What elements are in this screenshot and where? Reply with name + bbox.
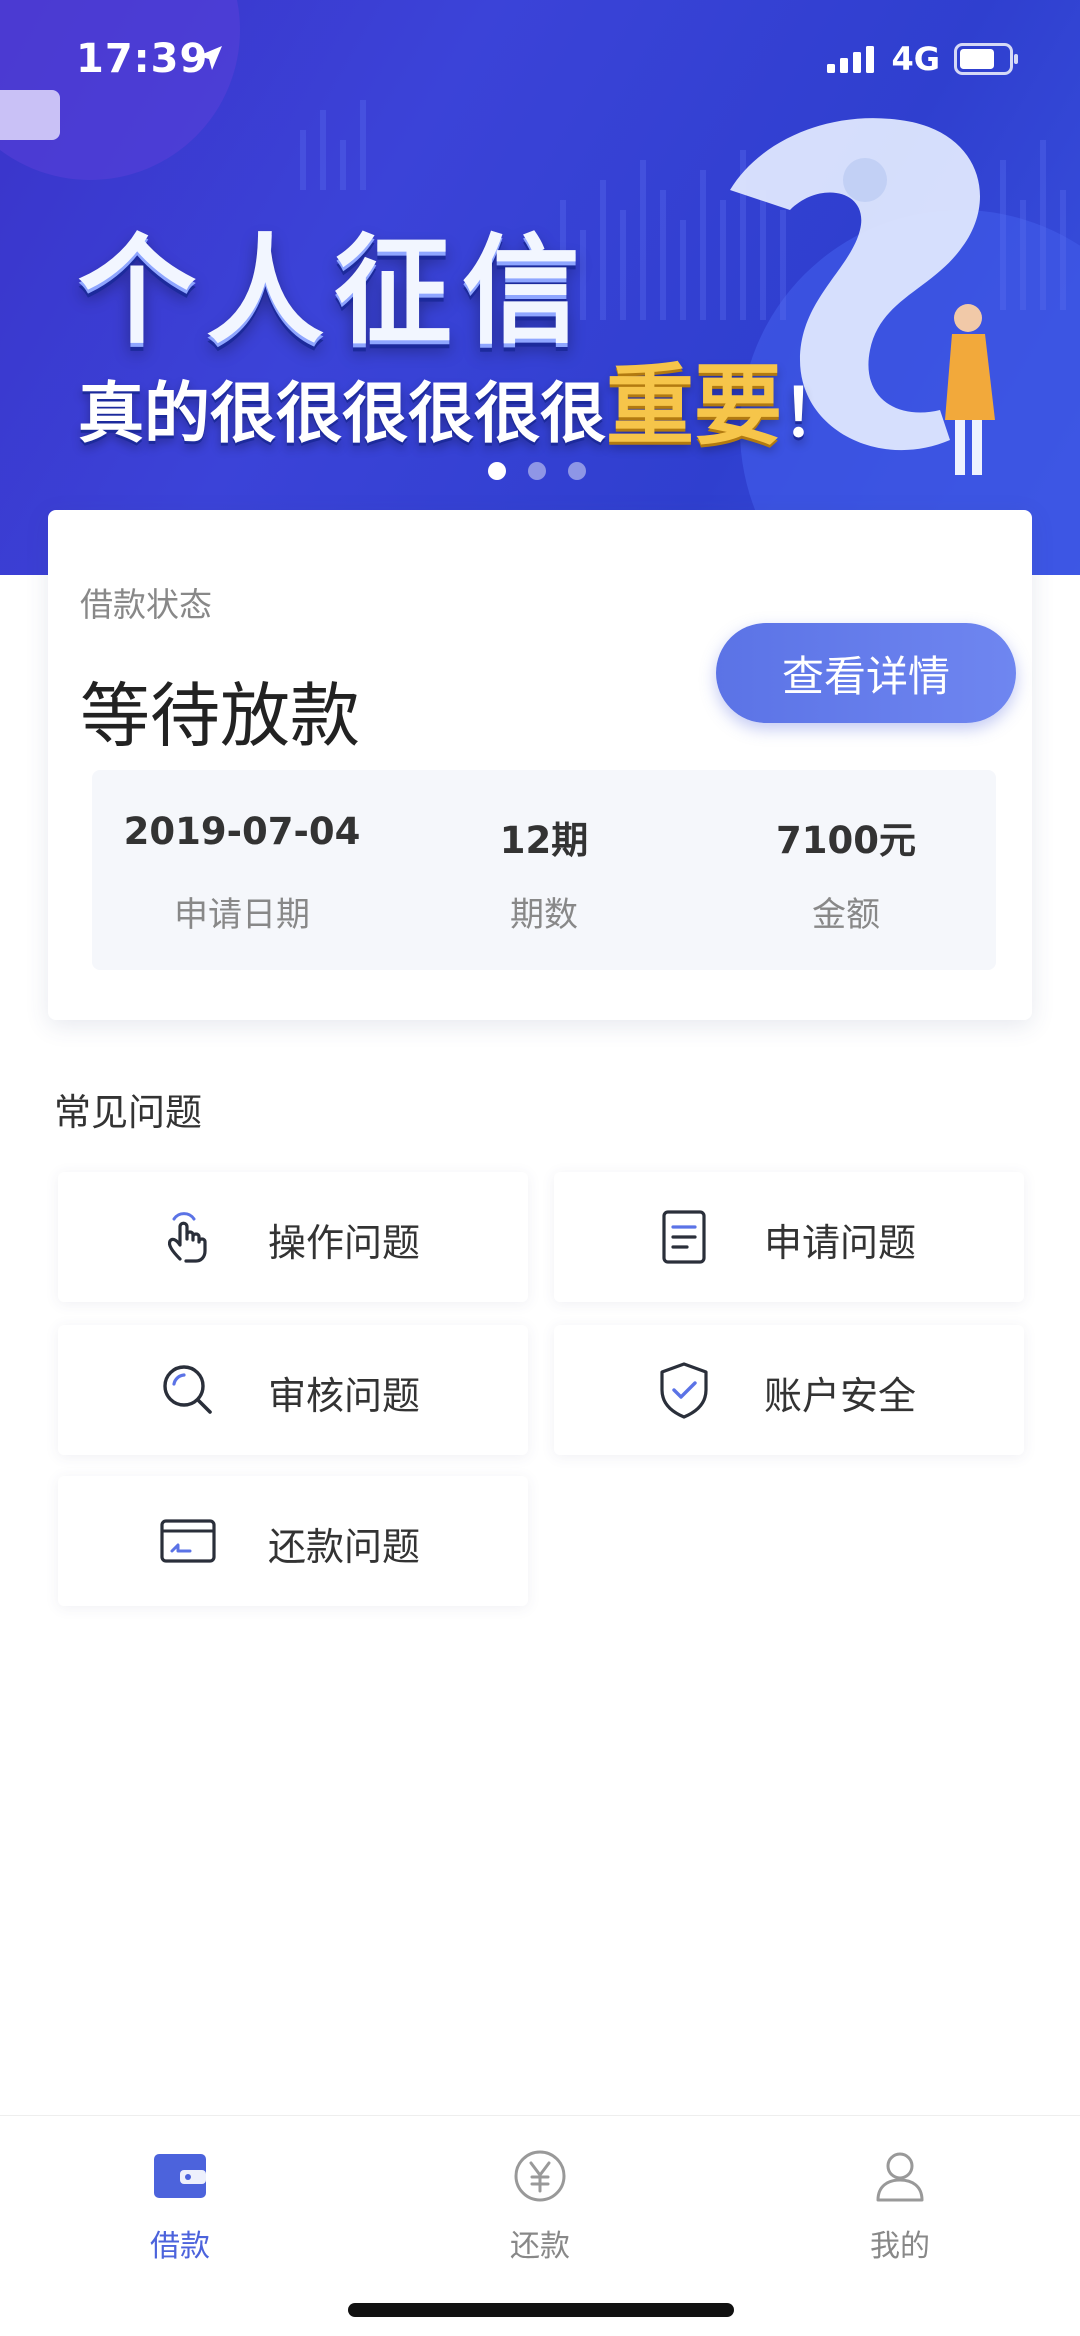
apply-date-label: 申请日期 <box>174 895 310 935</box>
location-arrow-icon <box>198 46 222 70</box>
signal-icon <box>827 46 875 73</box>
loan-status-label: 借款状态 <box>80 585 212 624</box>
loan-status-value: 等待放款 <box>80 675 360 757</box>
faq-item-account-security[interactable]: 账户安全 <box>554 1325 1024 1455</box>
amount-label: 金额 <box>812 895 880 935</box>
tab-repay[interactable]: 还款 <box>440 2141 640 2264</box>
amount-field: 7100元 金额 <box>696 770 996 970</box>
document-icon <box>662 1210 706 1264</box>
wallet-icon <box>154 2154 206 2198</box>
banner-subtitle-prefix: 真的很很很很很很 <box>78 375 606 452</box>
view-details-button[interactable]: 查看详情 <box>716 623 1016 723</box>
banner-subtitle-suffix: ！ <box>782 375 849 452</box>
search-icon <box>163 1365 212 1414</box>
apply-date-field: 2019-07-04 申请日期 <box>92 770 392 970</box>
yen-circle-icon <box>514 2150 566 2202</box>
loan-status-card: 借款状态 等待放款 查看详情 2019-07-04 申请日期 12期 期数 71… <box>48 510 1032 1020</box>
faq-item-label: 还款问题 <box>268 1525 421 1569</box>
card-icon <box>160 1519 216 1563</box>
tab-mine[interactable]: 我的 <box>800 2141 1000 2264</box>
person-icon <box>876 2152 924 2202</box>
faq-item-review[interactable]: 审核问题 <box>58 1325 528 1455</box>
tap-hand-icon <box>167 1212 207 1263</box>
term-field: 12期 期数 <box>394 770 694 970</box>
apply-date-value: 2019-07-04 <box>123 810 361 853</box>
tab-label: 我的 <box>870 2229 930 2264</box>
faq-item-operation[interactable]: 操作问题 <box>58 1172 528 1302</box>
status-indicators: 4G <box>827 40 1020 78</box>
tab-label: 借款 <box>150 2229 210 2264</box>
status-time: 17:39 <box>76 36 209 82</box>
faq-item-label: 操作问题 <box>268 1221 421 1265</box>
battery-icon <box>954 43 1018 75</box>
home-indicator[interactable] <box>348 2303 734 2317</box>
amount-value: 7100元 <box>776 819 916 862</box>
tab-loan[interactable]: 借款 <box>80 2141 280 2264</box>
banner-subtitle-emphasis: 重要 <box>606 354 783 457</box>
network-type: 4G <box>891 40 940 78</box>
faq-item-repayment[interactable]: 还款问题 <box>58 1476 528 1606</box>
term-value: 12期 <box>499 819 589 862</box>
tab-label: 还款 <box>510 2229 570 2264</box>
pagination-dot[interactable] <box>528 462 546 480</box>
faq-item-label: 申请问题 <box>764 1221 917 1265</box>
faq-item-application[interactable]: 申请问题 <box>554 1172 1024 1302</box>
faq-item-label: 账户安全 <box>764 1374 917 1418</box>
banner-subtitle: 真的很很很很很很重要！ <box>78 335 848 462</box>
faq-item-label: 审核问题 <box>268 1374 421 1418</box>
faq-section-title: 常见问题 <box>54 1091 202 1134</box>
term-label: 期数 <box>510 895 578 935</box>
app-screen: 个人征信 真的很很很很很很重要！ 17:39 4G 借款状态 等待放款 查看详情… <box>0 0 1080 2336</box>
status-bar: 17:39 4G <box>0 0 1080 120</box>
pagination-dot[interactable] <box>488 462 506 480</box>
banner-pagination <box>488 462 586 480</box>
loan-info-panel: 2019-07-04 申请日期 12期 期数 7100元 金额 <box>92 770 996 970</box>
pagination-dot[interactable] <box>568 462 586 480</box>
shield-check-icon <box>660 1362 708 1419</box>
